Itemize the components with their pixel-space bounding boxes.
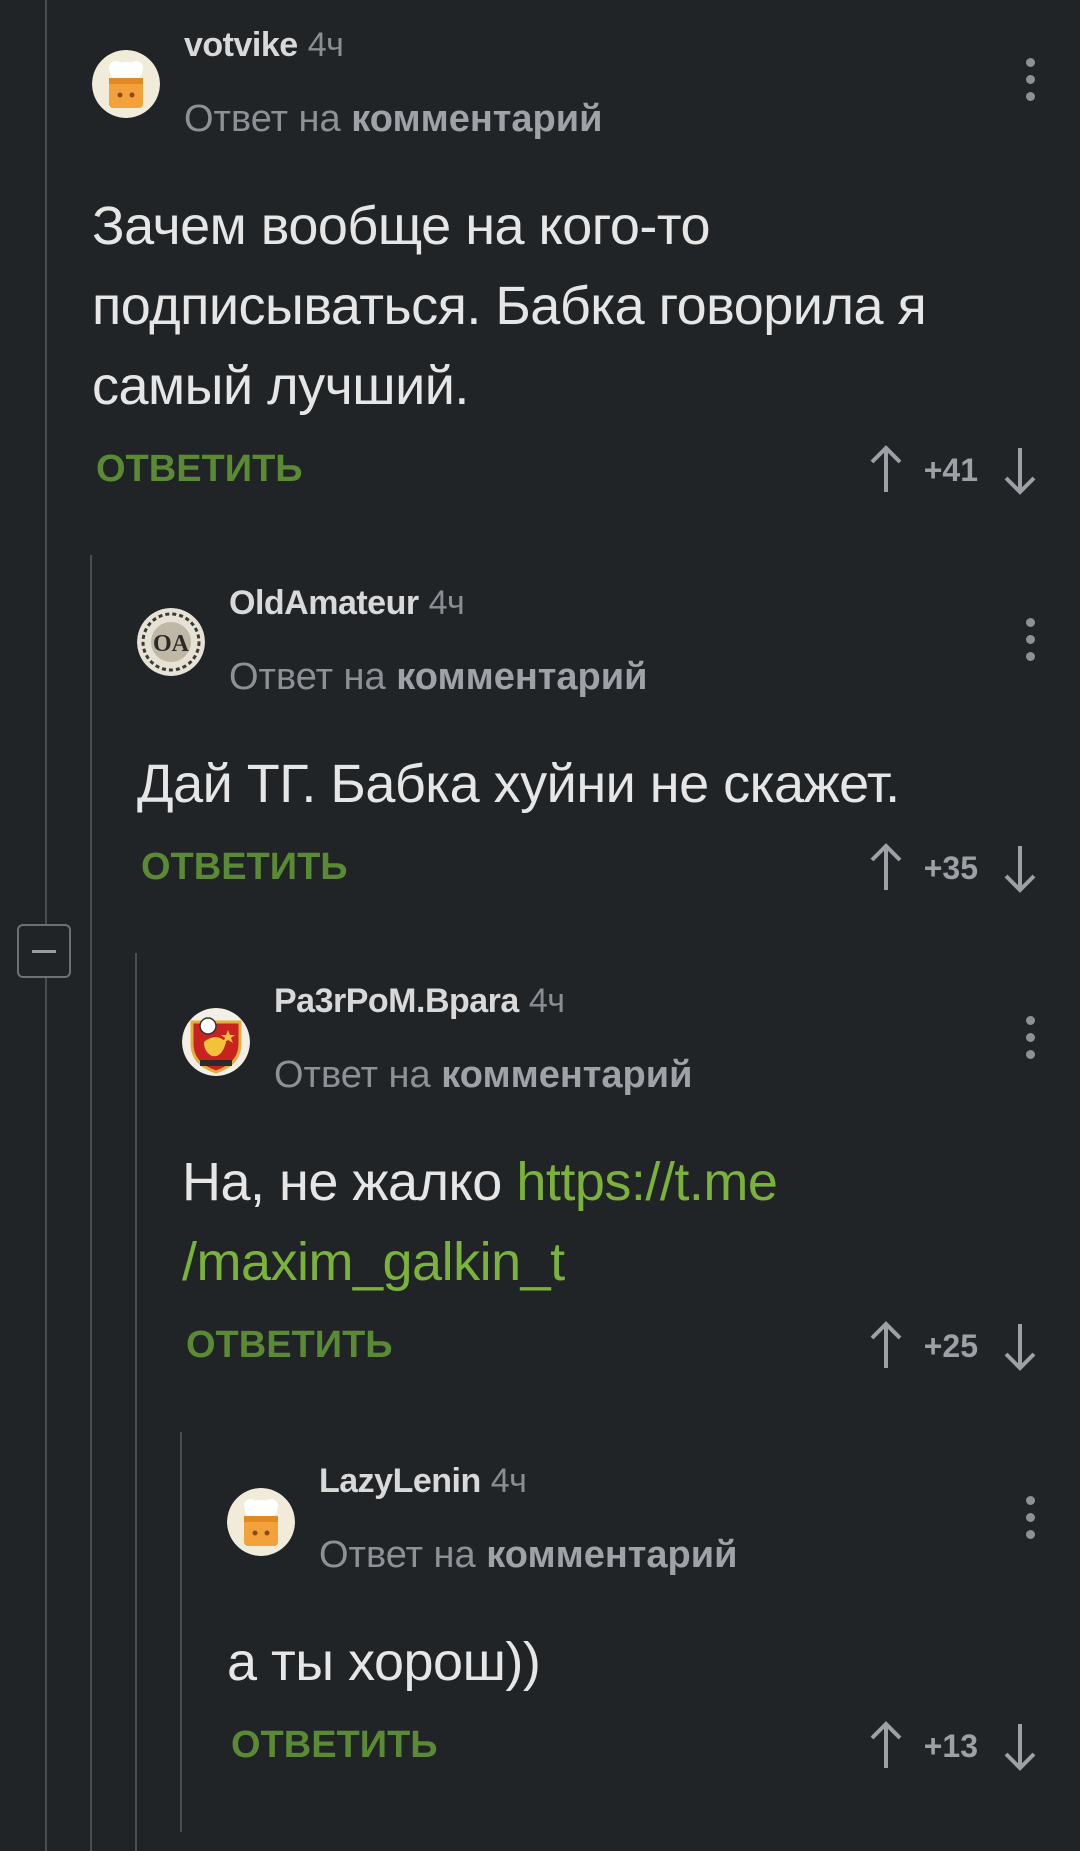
more-menu-icon[interactable] <box>1024 58 1036 104</box>
downvote-arrow-icon[interactable] <box>1000 842 1040 894</box>
reply-target-link[interactable]: комментарий <box>441 1054 692 1096</box>
upvote-arrow-icon[interactable] <box>866 1320 906 1372</box>
more-menu-icon[interactable] <box>1024 1496 1036 1542</box>
collapse-thread-icon[interactable] <box>17 924 71 978</box>
score: +25 <box>923 1327 978 1364</box>
comment-oldamateur: OA OldAmateur 4ч Ответ на комментарий Дай… <box>137 560 1080 940</box>
monogram-avatar[interactable]: OA <box>137 608 205 676</box>
username-text[interactable]: OldAmateur <box>229 584 419 622</box>
reply-prefix: Ответ на <box>319 1534 476 1576</box>
comment-pazrom-vraga: Pa3rPoM.Bpara 4ч Ответ на комментарий На,… <box>182 958 1080 1428</box>
comment-lazylenin: LazyLenin 4ч Ответ на комментарий а ты хо… <box>227 1438 1080 1838</box>
comment-votvike: votvike 4ч Ответ на комментарий Зачем воо… <box>92 0 1080 540</box>
reply-to-line: Ответ на комментарий <box>229 656 647 699</box>
telegram-link[interactable]: https://t.me <box>516 1152 778 1212</box>
score: +35 <box>923 849 978 886</box>
comment-time: 4ч <box>528 982 565 1020</box>
reply-to-line: Ответ на комментарий <box>274 1054 692 1097</box>
reply-button[interactable]: ОТВЕТИТЬ <box>96 448 303 491</box>
reply-prefix: Ответ на <box>229 656 386 698</box>
username[interactable]: LazyLenin 4ч <box>319 1462 527 1501</box>
username-text[interactable]: LazyLenin <box>319 1462 481 1500</box>
downvote-arrow-icon[interactable] <box>1000 1720 1040 1772</box>
svg-text:OA: OA <box>153 631 190 657</box>
comment-body: На, не жалко https://t.me/maxim_galkin_t <box>182 1142 1040 1302</box>
upvote-arrow-icon[interactable] <box>866 842 906 894</box>
comment-body: Зачем вообще на кого-то подписываться. Б… <box>92 196 927 416</box>
chef-avatar[interactable] <box>227 1488 295 1556</box>
reply-to-line: Ответ на комментарий <box>184 98 602 141</box>
reply-prefix: Ответ на <box>274 1054 431 1096</box>
more-menu-icon[interactable] <box>1024 1016 1036 1062</box>
downvote-arrow-icon[interactable] <box>1000 444 1040 496</box>
comment-body: а ты хорош)) <box>227 1632 541 1692</box>
vote-controls: +25 <box>866 1318 1040 1374</box>
reply-prefix: Ответ на <box>184 98 341 140</box>
comment-time: 4ч <box>490 1462 527 1500</box>
reply-to-line: Ответ на комментарий <box>319 1534 737 1577</box>
telegram-link-continued[interactable]: /maxim_galkin_t <box>182 1232 565 1292</box>
comment-text: На, не жалко <box>182 1152 517 1212</box>
reply-target-link[interactable]: комментарий <box>351 98 602 140</box>
upvote-arrow-icon[interactable] <box>866 1720 906 1772</box>
score: +13 <box>923 1727 978 1764</box>
username[interactable]: OldAmateur 4ч <box>229 584 465 623</box>
reply-target-link[interactable]: комментарий <box>396 656 647 698</box>
more-menu-icon[interactable] <box>1024 618 1036 664</box>
comment-time: 4ч <box>307 26 344 64</box>
thread-line-level-2 <box>90 555 92 1851</box>
reply-button[interactable]: ОТВЕТИТЬ <box>141 846 348 889</box>
username[interactable]: votvike 4ч <box>184 26 344 65</box>
reply-button[interactable]: ОТВЕТИТЬ <box>186 1324 393 1367</box>
comment-time: 4ч <box>428 584 465 622</box>
score: +41 <box>923 451 978 488</box>
comment-body: Дай ТГ. Бабка хуйни не скажет. <box>137 754 900 814</box>
username-text[interactable]: votvike <box>184 26 298 64</box>
football-emblem-avatar[interactable] <box>182 1008 250 1076</box>
vote-controls: +35 <box>866 840 1040 896</box>
reply-button[interactable]: ОТВЕТИТЬ <box>231 1724 438 1767</box>
vote-controls: +41 <box>866 442 1040 498</box>
upvote-arrow-icon[interactable] <box>866 444 906 496</box>
username[interactable]: Pa3rPoM.Bpara 4ч <box>274 982 565 1021</box>
vote-controls: +13 <box>866 1718 1040 1774</box>
username-text[interactable]: Pa3rPoM.Bpara <box>274 982 519 1020</box>
chef-avatar[interactable] <box>92 50 160 118</box>
downvote-arrow-icon[interactable] <box>1000 1320 1040 1372</box>
reply-target-link[interactable]: комментарий <box>486 1534 737 1576</box>
thread-line-level-4 <box>180 1432 182 1832</box>
thread-line-level-3 <box>135 953 137 1851</box>
